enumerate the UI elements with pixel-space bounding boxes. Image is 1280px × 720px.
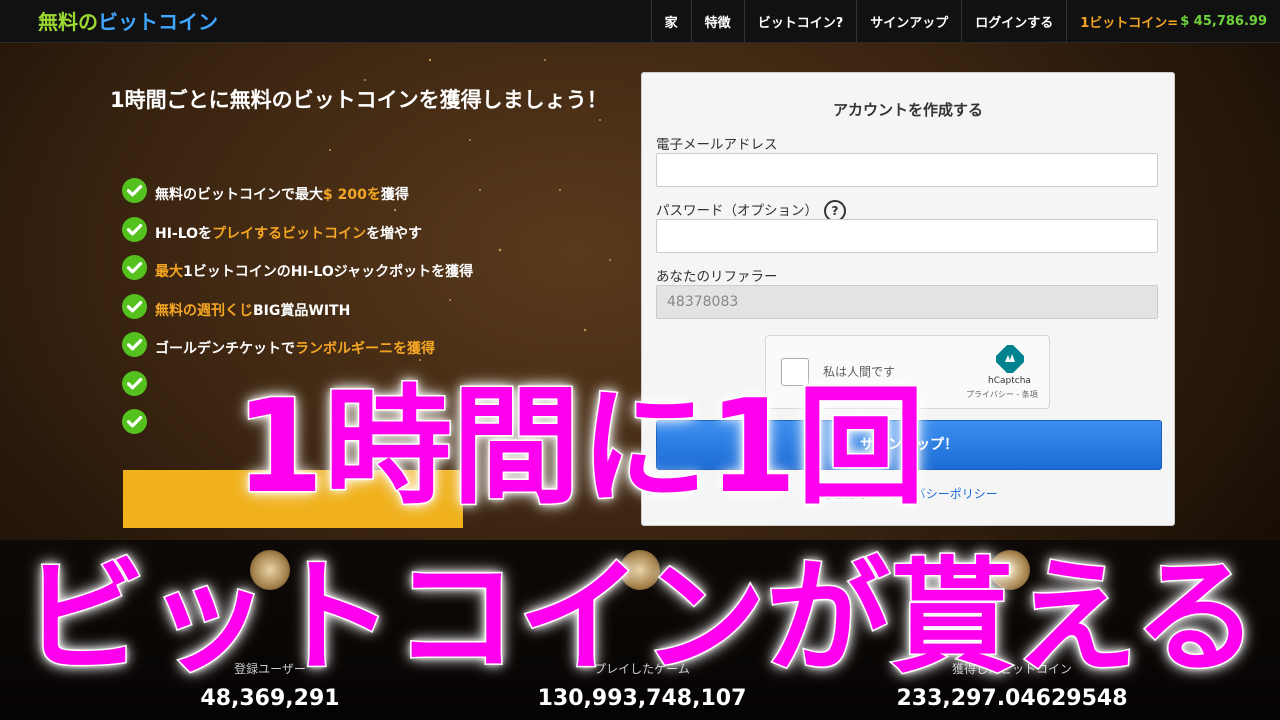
brand-text-bitcoin: ビットコイン: [98, 10, 218, 34]
feature-text-part: 無料のビットコインで最大: [155, 187, 323, 203]
btc-price-ticker: 1ビットコイン= $ 45,786.99: [1066, 0, 1280, 42]
check-circle-icon: [122, 332, 147, 357]
password-field[interactable]: [656, 219, 1158, 253]
feature-text-part: 獲得: [380, 187, 409, 203]
feature-text-part: 最大: [155, 264, 183, 280]
feature-text-part: プレイするビットコイン: [212, 225, 367, 242]
feature-text-part: 1ビットコインのHI-LOジャックポットを獲得: [183, 264, 474, 280]
feature-text-part: ランボルギーニを獲得: [295, 341, 435, 357]
hcaptcha-logo-icon: [996, 345, 1024, 373]
btc-price-label: 1ビットコイン=: [1080, 15, 1179, 31]
brand-text-free: 無料の: [38, 10, 98, 34]
feature-text-part: 無料の週刊くじ: [155, 302, 253, 319]
form-title: アカウントを作成する: [832, 101, 983, 119]
check-circle-icon: [122, 178, 147, 203]
nav-features[interactable]: 特徴: [690, 0, 744, 42]
nav-login[interactable]: ログインする: [961, 0, 1066, 42]
overlay-caption-line1: 1時間に1回: [233, 373, 926, 522]
top-navbar: 無料のビットコイン 家 特徴 ビットコイン? サインアップ ログインする 1ビッ…: [0, 0, 1280, 43]
feature-text-part: $ 200を: [323, 187, 381, 203]
email-label: 電子メールアドレス: [656, 137, 778, 153]
check-circle-icon: [122, 255, 147, 280]
brand-logo[interactable]: 無料のビットコイン: [38, 6, 218, 35]
hero-headline: 1時間ごとに無料のビットコインを獲得しましょう！: [110, 88, 608, 112]
feature-text: 最大1ビットコインのHI-LOジャックポットを獲得: [155, 261, 473, 281]
check-circle-icon: [122, 216, 147, 242]
check-circle-icon: [122, 293, 147, 319]
overlay-caption-line2: ビットコインが貰える: [20, 546, 1259, 690]
feature-text-part: ゴールデンチケットで: [155, 341, 295, 357]
email-field[interactable]: [656, 153, 1158, 187]
feature-text: ゴールデンチケットでランボルギーニを獲得: [155, 338, 435, 358]
feature-text: HI-LOをプレイするビットコインを増やす: [155, 223, 422, 243]
nav-menu: 家 特徴 ビットコイン? サインアップ ログインする 1ビットコイン= $ 45,…: [650, 0, 1280, 42]
btc-price-value: $ 45,786.99: [1180, 13, 1267, 29]
feature-text-part: BIG賞品WITH: [253, 302, 351, 319]
password-label: パスワード（オプション）: [656, 203, 818, 219]
nav-home[interactable]: 家: [650, 0, 691, 42]
nav-bitcoin-info[interactable]: ビットコイン?: [743, 0, 857, 42]
feature-text-part: を増やす: [366, 225, 423, 242]
nav-signup[interactable]: サインアップ: [856, 0, 961, 42]
referrer-label: あなたのリファラー: [656, 269, 778, 285]
referrer-field: 48378083: [656, 285, 1158, 319]
feature-text: 無料のビットコインで最大$ 200を獲得: [155, 184, 409, 204]
feature-text: 無料の週刊くじBIG賞品WITH: [155, 300, 350, 320]
feature-text-part: HI-LOを: [155, 225, 213, 242]
